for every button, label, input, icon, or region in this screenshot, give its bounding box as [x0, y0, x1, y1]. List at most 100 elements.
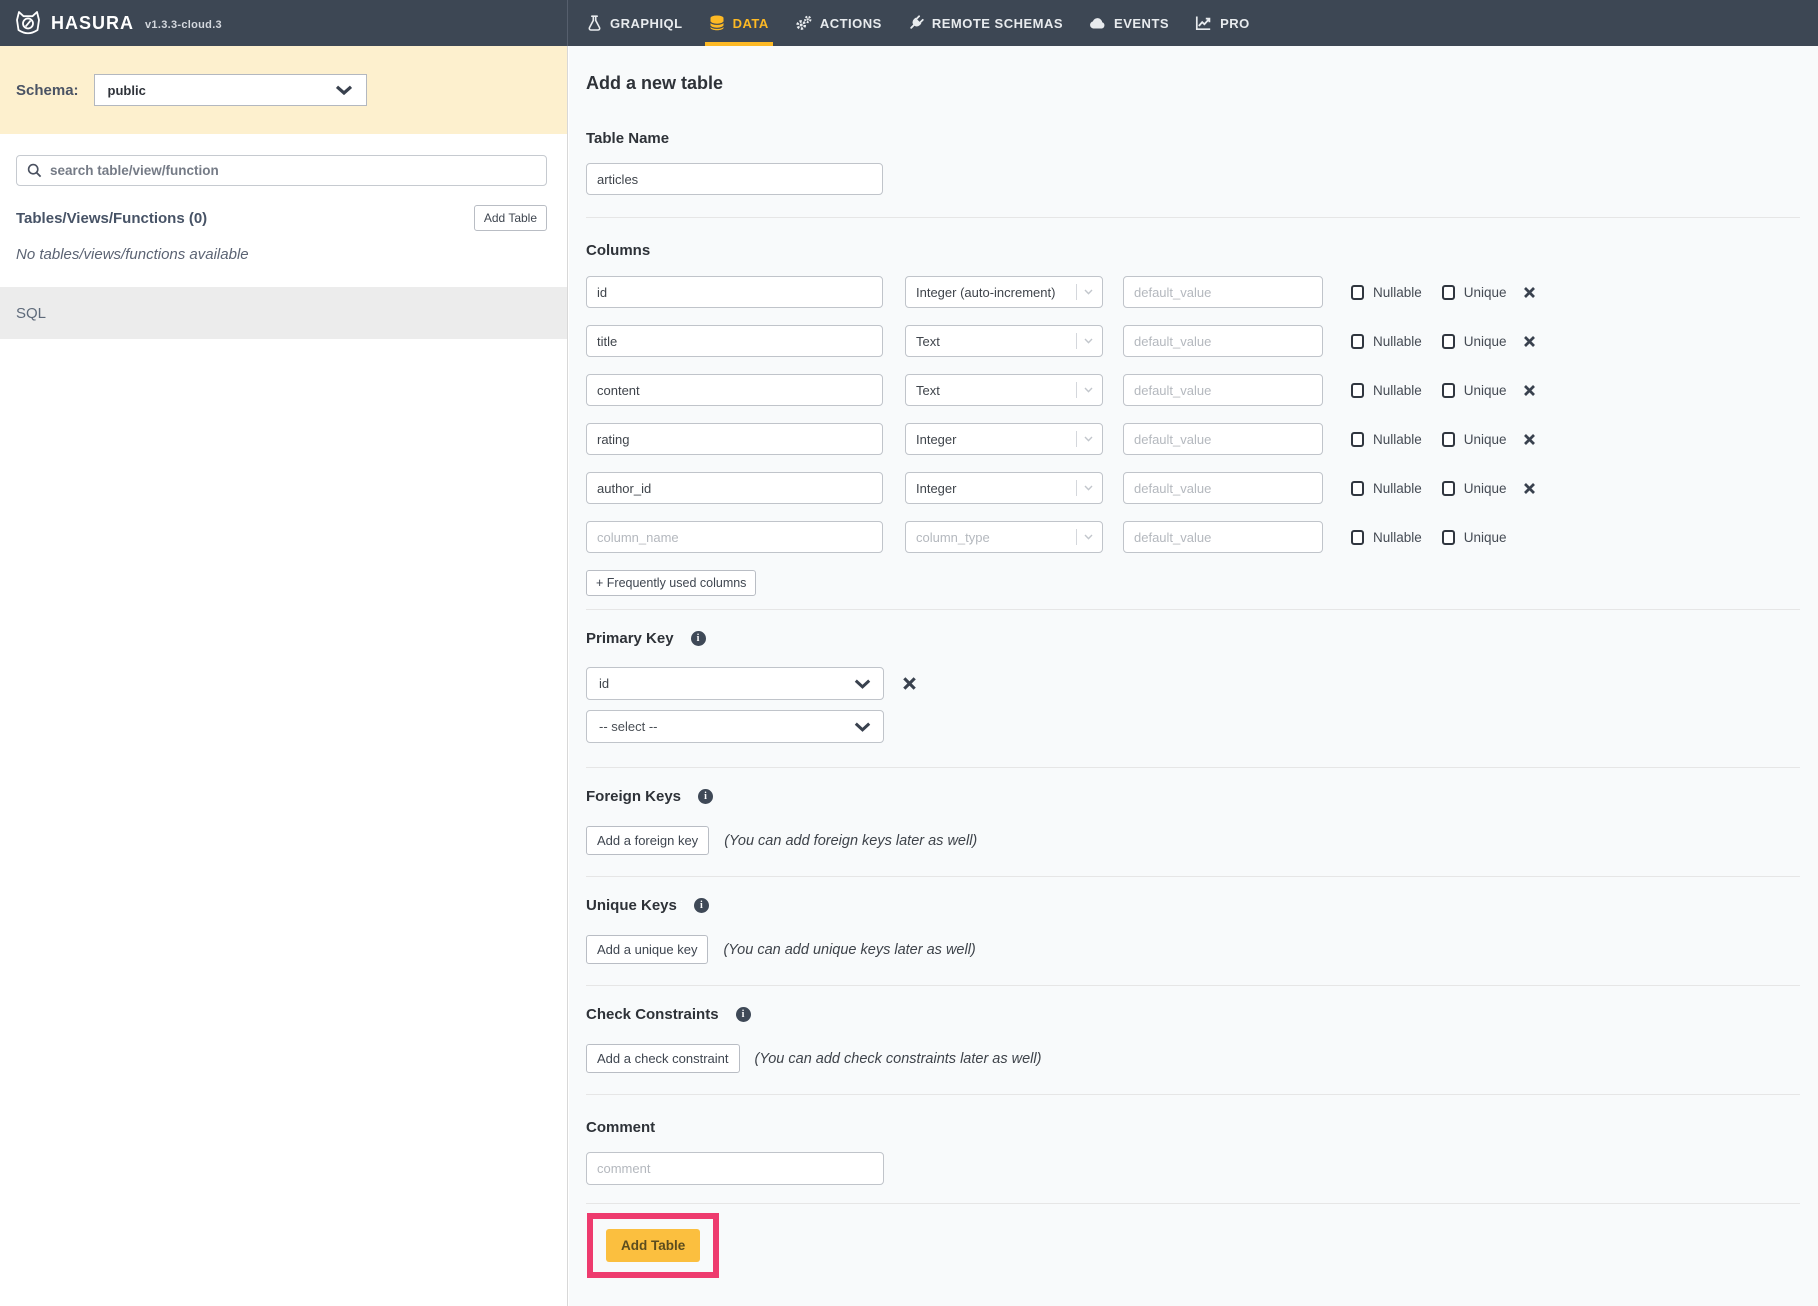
select-divider — [1076, 333, 1077, 349]
unique-checkbox[interactable] — [1442, 334, 1455, 349]
unique-checkbox[interactable] — [1442, 285, 1455, 300]
check-constraints-label: Check Constraints — [586, 1006, 719, 1023]
brand-title: HASURA — [51, 13, 134, 34]
primary-key-label: Primary Key — [586, 630, 674, 647]
nullable-checkbox[interactable] — [1351, 481, 1364, 496]
column-type-select[interactable]: Integer — [905, 423, 1103, 455]
nav-tab-data[interactable]: DATA — [696, 0, 782, 46]
default-value-input[interactable] — [1123, 423, 1323, 455]
version-label: v1.3.3-cloud.3 — [145, 19, 222, 31]
hasura-logo-icon — [14, 9, 42, 37]
remove-column-icon[interactable] — [1523, 335, 1536, 348]
chevron-down-icon — [1084, 387, 1093, 393]
info-icon[interactable]: i — [691, 631, 706, 646]
default-value-input[interactable] — [1123, 472, 1323, 504]
nullable-checkbox[interactable] — [1351, 285, 1364, 300]
foreign-keys-note: (You can add foreign keys later as well) — [724, 833, 977, 849]
schema-select[interactable]: public — [94, 74, 367, 106]
column-name-input[interactable] — [586, 423, 883, 455]
nullable-checkbox[interactable] — [1351, 383, 1364, 398]
nav-tab-label: EVENTS — [1114, 16, 1169, 31]
remove-column-icon[interactable] — [1523, 384, 1536, 397]
comment-label: Comment — [586, 1119, 1800, 1136]
unique-checkbox[interactable] — [1442, 481, 1455, 496]
column-type-value: Text — [916, 383, 1076, 398]
column-name-input[interactable] — [586, 276, 883, 308]
nav-tab-actions[interactable]: ACTIONS — [782, 0, 895, 46]
unique-checkbox[interactable] — [1442, 530, 1455, 545]
divider — [586, 609, 1800, 610]
nullable-label: Nullable — [1373, 285, 1422, 300]
remove-column-icon[interactable] — [1523, 433, 1536, 446]
chevron-down-icon — [1084, 436, 1093, 442]
column-type-select[interactable]: Integer (auto-increment) — [905, 276, 1103, 308]
column-name-input[interactable] — [586, 521, 883, 553]
column-type-value: Integer — [916, 432, 1076, 447]
top-nav-bar: HASURA v1.3.3-cloud.3 GRAPHIQL DATA — [0, 0, 1818, 46]
add-table-submit-button[interactable]: Add Table — [606, 1229, 700, 1262]
column-name-input[interactable] — [586, 374, 883, 406]
default-value-input[interactable] — [1123, 374, 1323, 406]
primary-key-row: id — [586, 667, 1800, 700]
nav-tab-remote-schemas[interactable]: REMOTE SCHEMAS — [895, 0, 1076, 46]
search-box — [16, 155, 547, 186]
chart-icon — [1195, 15, 1212, 31]
sidebar: Schema: public Tables/Views/Functions (0… — [0, 46, 568, 1306]
brand-area: HASURA v1.3.3-cloud.3 — [0, 0, 568, 46]
divider — [586, 217, 1800, 218]
sidebar-item-sql[interactable]: SQL — [0, 287, 567, 339]
nullable-checkbox[interactable] — [1351, 432, 1364, 447]
remove-primary-key-icon[interactable] — [902, 676, 917, 691]
chevron-down-icon — [1084, 338, 1093, 344]
info-icon[interactable]: i — [736, 1007, 751, 1022]
empty-tables-message: No tables/views/functions available — [16, 246, 551, 263]
unique-keys-row: Add a unique key (You can add unique key… — [586, 935, 1800, 964]
nav-tab-label: GRAPHIQL — [610, 16, 683, 31]
primary-key-select-empty[interactable]: -- select -- — [586, 710, 884, 743]
add-check-constraint-button[interactable]: Add a check constraint — [586, 1044, 740, 1073]
column-name-input[interactable] — [586, 325, 883, 357]
divider — [586, 1203, 1800, 1204]
main-content: Add a new table Table Name Columns Integ… — [569, 46, 1818, 1306]
frequently-used-columns-button[interactable]: + Frequently used columns — [586, 570, 756, 596]
column-row: Integer Nullable Unique — [586, 472, 1800, 504]
unique-checkbox[interactable] — [1442, 383, 1455, 398]
info-icon[interactable]: i — [694, 898, 709, 913]
default-value-input[interactable] — [1123, 276, 1323, 308]
nav-tab-events[interactable]: EVENTS — [1076, 0, 1182, 46]
select-divider — [1076, 529, 1077, 545]
column-type-select[interactable]: Text — [905, 325, 1103, 357]
nullable-checkbox[interactable] — [1351, 334, 1364, 349]
database-icon — [709, 15, 725, 31]
table-name-input[interactable] — [586, 163, 883, 195]
select-divider — [1076, 431, 1077, 447]
default-value-input[interactable] — [1123, 521, 1323, 553]
nav-tab-pro[interactable]: PRO — [1182, 0, 1263, 46]
unique-checkbox[interactable] — [1442, 432, 1455, 447]
default-value-input[interactable] — [1123, 325, 1323, 357]
column-row: Text Nullable Unique — [586, 325, 1800, 357]
column-type-select[interactable]: column_type — [905, 521, 1103, 553]
column-type-select[interactable]: Text — [905, 374, 1103, 406]
nullable-checkbox[interactable] — [1351, 530, 1364, 545]
check-constraints-note: (You can add check constraints later as … — [755, 1051, 1042, 1067]
unique-keys-note: (You can add unique keys later as well) — [723, 942, 975, 958]
remove-column-icon[interactable] — [1523, 286, 1536, 299]
nav-tab-graphiql[interactable]: GRAPHIQL — [574, 0, 696, 46]
nullable-label: Nullable — [1373, 481, 1422, 496]
column-type-select[interactable]: Integer — [905, 472, 1103, 504]
sidebar-add-table-button[interactable]: Add Table — [474, 205, 547, 231]
add-unique-key-button[interactable]: Add a unique key — [586, 935, 708, 964]
comment-input[interactable] — [586, 1152, 884, 1185]
remove-column-icon[interactable] — [1523, 482, 1536, 495]
search-input[interactable] — [50, 163, 536, 178]
primary-key-select[interactable]: id — [586, 667, 884, 700]
table-name-label: Table Name — [586, 130, 1800, 147]
add-foreign-key-button[interactable]: Add a foreign key — [586, 826, 709, 855]
divider — [586, 767, 1800, 768]
select-divider — [1076, 284, 1077, 300]
divider — [586, 876, 1800, 877]
column-name-input[interactable] — [586, 472, 883, 504]
info-icon[interactable]: i — [698, 789, 713, 804]
select-divider — [1076, 480, 1077, 496]
